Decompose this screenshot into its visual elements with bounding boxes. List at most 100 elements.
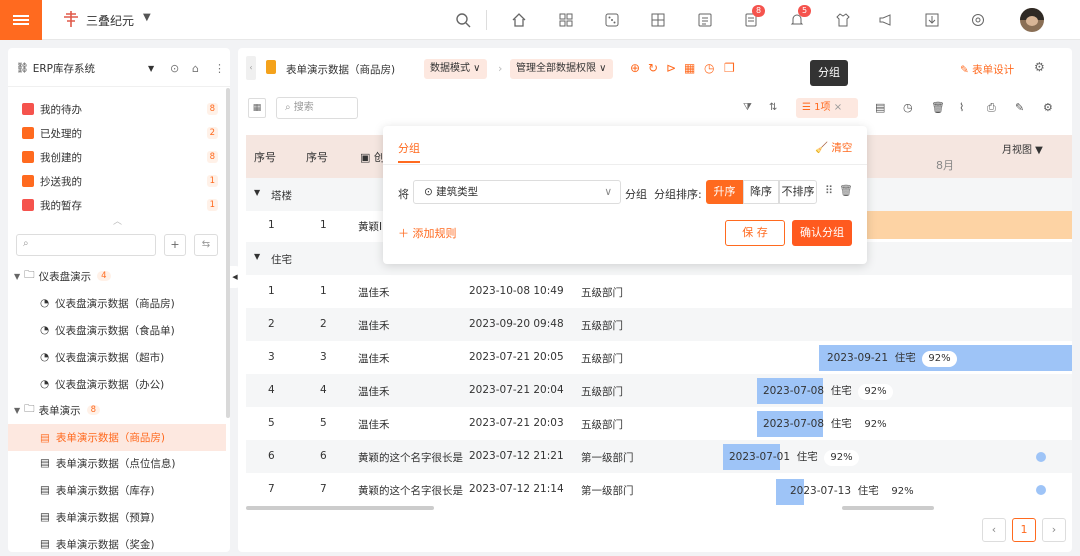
table-row[interactable]: 4 4 温佳禾 2023-07-21 20:04 五级部门 2023-07-08 住宅 … (246, 374, 1072, 407)
edit-icon[interactable]: ✎ (1015, 101, 1024, 114)
folder-forms[interactable]: ▼ 🗀 表单演示 8 (8, 398, 230, 422)
play-icon[interactable]: ⊳ (666, 61, 676, 75)
home-icon[interactable]: ⌂ (192, 62, 199, 75)
milestone-dot[interactable] (1036, 452, 1046, 462)
layout-toggle-icon[interactable]: ▦ (248, 98, 266, 118)
settings-icon[interactable] (970, 12, 986, 28)
table-row[interactable]: 6 6 黄颖的这个名字很长是 2023-07-12 21:21 第一级部门 2023-0… (246, 440, 1072, 473)
popup-tab-group[interactable]: 分组 (398, 140, 420, 156)
main-panel: ‹ 表单演示数据（商品房) 数据模式 ∨ › 管理全部数据权限 ∨ ⊕ ↻ ⊳ … (238, 48, 1072, 552)
shirt-icon[interactable] (835, 12, 851, 28)
breadcrumb-current[interactable]: 表单演示数据（商品房) (286, 62, 395, 77)
save-button[interactable]: 保 存 (725, 220, 785, 246)
form-design-button[interactable]: ✎ 表单设计 (960, 62, 1014, 77)
grid-icon[interactable] (558, 12, 574, 28)
table-row[interactable]: 1 1 温佳禾 2023-10-08 10:49 五级部门 (246, 275, 1072, 308)
tree-item[interactable]: ◔ 仪表盘演示数据（超市) (8, 345, 230, 369)
gantt-bar-tower[interactable] (860, 211, 1072, 239)
view-select[interactable]: 月视图 ▼ (1002, 141, 1043, 156)
back-icon[interactable]: ‹ (246, 56, 256, 80)
prev-page-button[interactable]: ‹ (982, 518, 1006, 542)
tree-item[interactable]: ◔ 仪表盘演示数据（办公) (8, 372, 230, 396)
close-icon[interactable]: × (834, 102, 842, 113)
sidebar-item-todo[interactable]: 我的待办 8 (8, 97, 230, 121)
settings-icon[interactable]: ⚙ (1034, 60, 1045, 74)
add-circle-icon[interactable]: ⊕ (630, 61, 640, 75)
target-icon[interactable]: ⊙ (170, 62, 179, 75)
drag-handle-icon[interactable]: ⠿ (825, 184, 833, 197)
confirm-group-button[interactable]: 确认分组 (792, 220, 852, 246)
sidebar-search-input[interactable]: ⌕ (16, 234, 156, 256)
sort-desc-button[interactable]: 降序 (743, 180, 779, 204)
table-row[interactable]: 2 2 温佳禾 2023-09-20 09:48 五级部门 (246, 308, 1072, 341)
gantt-scrollbar[interactable] (842, 506, 934, 510)
sidebar-item-cc[interactable]: 抄送我的 1 (8, 169, 230, 193)
data-mode-dropdown[interactable]: 数据模式 ∨ (424, 59, 487, 79)
col-header-creator[interactable]: ▣ 创 (360, 149, 385, 165)
next-page-button[interactable]: › (1042, 518, 1066, 542)
gantt-bar[interactable]: 2023-07-08 住宅 92% (757, 411, 893, 437)
bell-icon[interactable]: 5 (789, 5, 812, 28)
sort-none-button[interactable]: 不排序 (779, 180, 817, 204)
trash-icon[interactable]: 🗑 (931, 101, 945, 114)
sort-asc-button[interactable]: 升序 (706, 180, 743, 204)
avatar[interactable] (1020, 8, 1044, 32)
tree-item[interactable]: ▤ 表单演示数据（点位信息) (8, 451, 230, 475)
list-card-icon[interactable] (697, 12, 713, 28)
chevron-down-icon[interactable]: ▼ (148, 64, 154, 73)
menu-icon[interactable] (0, 0, 42, 40)
table-row[interactable]: 3 3 温佳禾 2023-07-21 20:05 五级部门 2023-09-21 住宅 … (246, 341, 1072, 374)
megaphone-icon[interactable] (878, 12, 894, 28)
tree-item[interactable]: ▤ 表单演示数据（奖金) (8, 532, 230, 552)
sidebar-item-created[interactable]: 我创建的 8 (8, 145, 230, 169)
gantt-bar[interactable]: 2023-07-08 住宅 92% (757, 378, 893, 404)
table-row[interactable]: 7 7 黄颖的这个名字很长是 2023-07-12 21:14 第一级部门 2023-0… (246, 473, 1072, 506)
download-icon[interactable] (924, 12, 940, 28)
page-number[interactable]: 1 (1012, 518, 1036, 542)
table-scrollbar[interactable] (246, 506, 434, 510)
filter-icon[interactable]: ⧩ (743, 102, 752, 113)
brand-logo-icon (64, 11, 78, 27)
gantt-bar[interactable]: 2023-07-01 住宅 92% (723, 444, 859, 470)
refresh-icon[interactable]: ↻ (648, 61, 658, 75)
chart-icon[interactable]: ⌇ (959, 101, 964, 114)
settings-icon[interactable]: ⚙ (1043, 101, 1053, 114)
sidebar-item-done[interactable]: 已处理的 2 (8, 121, 230, 145)
milestone-dot[interactable] (1036, 485, 1046, 495)
task-icon[interactable]: 8 (743, 5, 766, 28)
form-view-icon[interactable]: ▤ (875, 101, 885, 114)
clock-icon[interactable]: ◷ (903, 101, 913, 114)
add-rule-button[interactable]: ＋ 添加规则 (398, 225, 457, 241)
permission-dropdown[interactable]: 管理全部数据权限 ∨ (510, 59, 613, 79)
history-icon[interactable]: ◷ (704, 61, 714, 75)
table-row[interactable]: 5 5 温佳禾 2023-07-21 20:03 五级部门 2023-07-08 住宅 … (246, 407, 1072, 440)
home-icon[interactable] (511, 12, 527, 28)
folder-dashboard[interactable]: ▼ 🗀 仪表盘演示 4 (8, 264, 230, 288)
tree-item-label: 仪表盘演示数据（商品房) (55, 297, 175, 310)
add-button[interactable]: + (164, 234, 186, 256)
sort-icon[interactable]: ⇅ (769, 102, 777, 113)
calendar-icon[interactable]: ▦ (684, 61, 695, 75)
tree-item[interactable]: ▤ 表单演示数据（预算) (8, 505, 230, 529)
tree-item-active[interactable]: ▤ 表单演示数据（商品房) (8, 424, 226, 451)
swap-button[interactable]: ⇆ (194, 234, 218, 256)
search-input[interactable]: ⌕ 搜索 (276, 97, 358, 119)
apps-icon[interactable] (650, 12, 666, 28)
delete-icon[interactable]: 🗑 (839, 184, 853, 197)
dice-icon[interactable] (604, 12, 620, 28)
tree-item[interactable]: ◔ 仪表盘演示数据（商品房) (8, 291, 230, 315)
gantt-bar[interactable]: 2023-07-13 住宅 92% (776, 479, 920, 505)
group-chip[interactable]: ☰ 1项 × (796, 98, 858, 118)
sidebar-scrollbar[interactable] (226, 88, 230, 418)
search-icon[interactable] (455, 12, 471, 28)
tree-item[interactable]: ◔ 仪表盘演示数据（食品单) (8, 318, 230, 342)
gantt-bar[interactable]: 2023-09-21 住宅 92% (819, 345, 1072, 371)
copy-icon[interactable]: ❐ (724, 61, 735, 75)
chevron-down-icon[interactable]: ▼ (143, 12, 151, 23)
more-icon[interactable]: ⋮ (214, 62, 225, 75)
group-field-select[interactable]: ⊙ 建筑类型 ∨ (413, 180, 621, 204)
print-icon[interactable]: ⎙ (987, 101, 996, 115)
tree-item[interactable]: ▤ 表单演示数据（库存) (8, 478, 230, 502)
collapse-up-icon[interactable]: ︿ (113, 214, 122, 227)
clear-button[interactable]: 🧹 清空 (815, 140, 852, 155)
